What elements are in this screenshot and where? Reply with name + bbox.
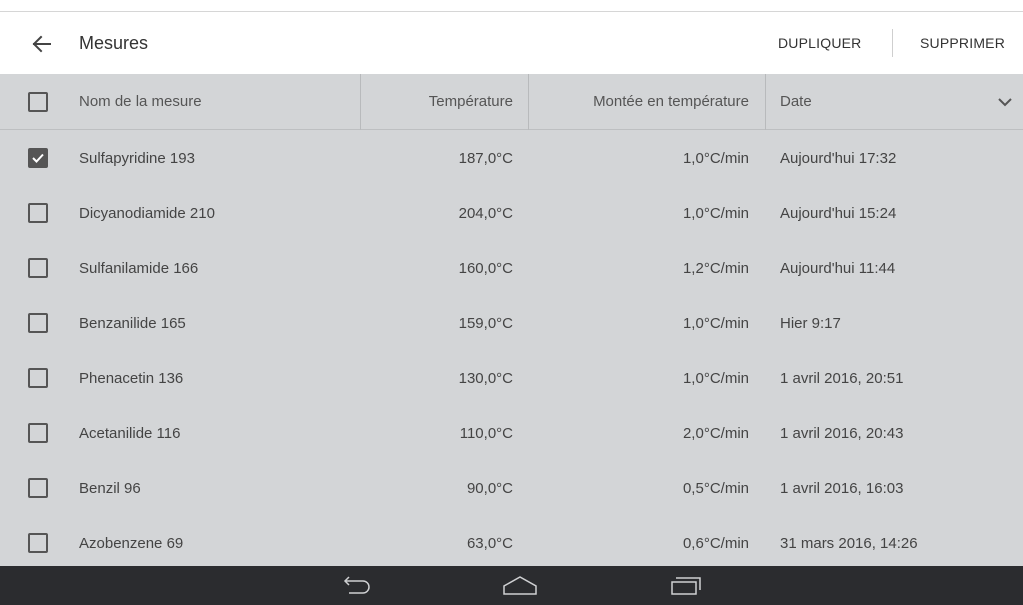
table-row[interactable]: Acetanilide 116 110,0°C 2,0°C/min 1 avril 2…: [0, 406, 1023, 461]
cell-name: Benzil 96: [79, 480, 141, 497]
cell-ramp: 2,0°C/min: [682, 425, 749, 442]
cell-date: Aujourd'hui 15:24: [780, 205, 897, 222]
measurements-table: Nom de la mesure Température Montée en t…: [0, 74, 1023, 566]
row-checkbox[interactable]: [28, 478, 48, 498]
cell-temperature: 160,0°C: [458, 260, 513, 277]
cell-date: 1 avril 2016, 16:03: [780, 480, 904, 497]
cell-temperature: 130,0°C: [458, 370, 513, 387]
cell-name: Acetanilide 116: [79, 425, 181, 442]
table-row[interactable]: Phenacetin 136 130,0°C 1,0°C/min 1 avril 20…: [0, 351, 1023, 406]
nav-recent-button[interactable]: [664, 566, 708, 605]
back-nav-icon: [343, 576, 370, 594]
cell-ramp: 1,2°C/min: [682, 260, 749, 277]
cell-temperature: 159,0°C: [458, 315, 513, 332]
system-navigation-bar: [0, 566, 1023, 605]
table-row[interactable]: Azobenzene 69 63,0°C 0,6°C/min 31 mars 2016…: [0, 516, 1023, 571]
row-checkbox[interactable]: [28, 203, 48, 223]
cell-date: Aujourd'hui 11:44: [780, 260, 896, 277]
table-row[interactable]: Benzil 96 90,0°C 0,5°C/min 1 avril 2016, 16…: [0, 461, 1023, 516]
cell-date: 1 avril 2016, 20:51: [780, 370, 904, 387]
cell-name: Benzanilide 165: [79, 315, 186, 332]
table-row[interactable]: Dicyanodiamide 210 204,0°C 1,0°C/min Aujour…: [0, 186, 1023, 241]
cell-name: Azobenzene 69: [79, 535, 184, 552]
table-row[interactable]: Benzanilide 165 159,0°C 1,0°C/min Hier 9:17: [0, 296, 1023, 351]
column-divider: [765, 74, 766, 130]
table-header: Nom de la mesure Température Montée en t…: [0, 74, 1023, 130]
row-checkbox[interactable]: [28, 313, 48, 333]
cell-date: Hier 9:17: [780, 315, 841, 332]
checkmark-icon: [32, 153, 44, 163]
cell-temperature: 187,0°C: [458, 150, 513, 167]
header-date[interactable]: Date: [780, 74, 812, 130]
cell-ramp: 1,0°C/min: [682, 205, 749, 222]
table-row[interactable]: Sulfapyridine 193 187,0°C 1,0°C/min Aujourd…: [0, 131, 1023, 186]
nav-home-button[interactable]: [498, 566, 542, 605]
cell-temperature: 110,0°C: [459, 425, 513, 442]
row-checkbox[interactable]: [28, 148, 48, 168]
cell-temperature: 204,0°C: [458, 205, 513, 222]
header-temperature[interactable]: Température: [360, 74, 513, 130]
arrow-left-icon: [32, 35, 51, 53]
nav-back-button[interactable]: [335, 566, 379, 605]
action-divider: [892, 29, 893, 57]
cell-ramp: 0,6°C/min: [682, 535, 749, 552]
cell-date: 1 avril 2016, 20:43: [780, 425, 904, 442]
cell-name: Sulfapyridine 193: [79, 150, 195, 167]
cell-ramp: 1,0°C/min: [682, 315, 749, 332]
recent-apps-icon: [671, 577, 701, 595]
row-checkbox[interactable]: [28, 258, 48, 278]
cell-name: Sulfanilamide 166: [79, 260, 199, 277]
header-name[interactable]: Nom de la mesure: [79, 74, 202, 130]
back-button[interactable]: [24, 30, 58, 58]
row-checkbox[interactable]: [28, 533, 48, 553]
cell-name: Dicyanodiamide 210: [79, 205, 215, 222]
table-row[interactable]: Sulfanilamide 166 160,0°C 1,2°C/min Aujourd…: [0, 241, 1023, 296]
app-bar: Mesures DUPLIQUER SUPPRIMER: [0, 12, 1023, 74]
delete-button[interactable]: SUPPRIMER: [920, 35, 1005, 51]
cell-temperature: 90,0°C: [466, 480, 513, 497]
row-checkbox[interactable]: [28, 368, 48, 388]
cell-ramp: 0,5°C/min: [682, 480, 749, 497]
cell-ramp: 1,0°C/min: [682, 150, 749, 167]
cell-date: 31 mars 2016, 14:26: [780, 535, 918, 552]
duplicate-button[interactable]: DUPLIQUER: [778, 35, 861, 51]
select-all-checkbox[interactable]: [28, 92, 48, 112]
home-nav-icon: [503, 576, 537, 595]
page-title: Mesures: [79, 33, 149, 53]
cell-temperature: 63,0°C: [466, 535, 513, 552]
cell-ramp: 1,0°C/min: [682, 370, 749, 387]
header-ramp[interactable]: Montée en température: [528, 74, 749, 130]
chevron-down-icon[interactable]: [997, 94, 1013, 110]
cell-name: Phenacetin 136: [79, 370, 184, 387]
cell-date: Aujourd'hui 17:32: [780, 150, 897, 167]
status-bar-area: [0, 0, 1023, 12]
row-checkbox[interactable]: [28, 423, 48, 443]
